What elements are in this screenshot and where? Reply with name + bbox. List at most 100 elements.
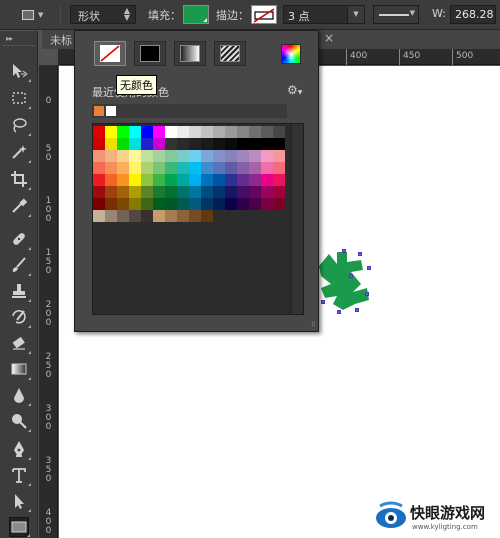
color-swatch[interactable] bbox=[273, 138, 285, 150]
color-swatch[interactable] bbox=[225, 174, 237, 186]
color-swatch[interactable] bbox=[261, 138, 273, 150]
lasso-tool[interactable] bbox=[9, 115, 31, 136]
color-swatch[interactable] bbox=[249, 138, 261, 150]
color-swatch[interactable] bbox=[117, 210, 129, 222]
color-swatch[interactable] bbox=[189, 126, 201, 138]
color-swatch[interactable] bbox=[117, 150, 129, 162]
anchor-point[interactable] bbox=[355, 308, 359, 312]
color-swatch[interactable] bbox=[165, 138, 177, 150]
color-swatch[interactable] bbox=[201, 210, 213, 222]
color-swatch[interactable] bbox=[249, 186, 261, 198]
gradient-button[interactable] bbox=[174, 41, 206, 66]
color-swatch[interactable] bbox=[225, 126, 237, 138]
color-swatch[interactable] bbox=[153, 138, 165, 150]
chevron-down-icon[interactable]: ▼ bbox=[347, 6, 364, 23]
color-swatch[interactable] bbox=[261, 174, 273, 186]
green-shape[interactable] bbox=[317, 244, 377, 325]
recent-color-swatch[interactable] bbox=[106, 106, 116, 116]
color-swatch[interactable] bbox=[261, 150, 273, 162]
color-swatch[interactable] bbox=[177, 174, 189, 186]
magic-wand-tool[interactable] bbox=[9, 142, 31, 163]
color-swatch[interactable] bbox=[177, 162, 189, 174]
color-swatch[interactable] bbox=[273, 126, 285, 138]
color-swatch[interactable] bbox=[153, 150, 165, 162]
stroke-type-select[interactable]: ▼ bbox=[373, 5, 419, 24]
solid-color-button[interactable] bbox=[134, 41, 166, 66]
color-swatch[interactable] bbox=[213, 162, 225, 174]
resize-grip-icon[interactable]: ⠿ bbox=[311, 321, 316, 329]
color-swatch[interactable] bbox=[153, 186, 165, 198]
color-swatch[interactable] bbox=[189, 138, 201, 150]
crop-tool[interactable] bbox=[9, 169, 31, 190]
clone-stamp-tool[interactable] bbox=[9, 281, 31, 302]
color-swatch[interactable] bbox=[105, 174, 117, 186]
color-swatch[interactable] bbox=[117, 126, 129, 138]
color-swatch[interactable] bbox=[189, 162, 201, 174]
color-swatch[interactable] bbox=[261, 186, 273, 198]
color-swatch[interactable] bbox=[213, 138, 225, 150]
color-swatch[interactable] bbox=[249, 150, 261, 162]
color-swatch[interactable] bbox=[261, 126, 273, 138]
fill-color-swatch[interactable] bbox=[183, 5, 209, 24]
color-swatch[interactable] bbox=[249, 162, 261, 174]
color-picker-button[interactable] bbox=[281, 44, 301, 64]
gear-icon[interactable]: ⚙▼ bbox=[287, 83, 302, 97]
color-swatch[interactable] bbox=[273, 174, 285, 186]
color-swatch[interactable] bbox=[129, 174, 141, 186]
color-swatch[interactable] bbox=[237, 186, 249, 198]
color-swatch[interactable] bbox=[213, 174, 225, 186]
color-swatch[interactable] bbox=[273, 162, 285, 174]
anchor-point[interactable] bbox=[365, 292, 369, 296]
anchor-point[interactable] bbox=[321, 300, 325, 304]
color-swatch[interactable] bbox=[225, 186, 237, 198]
tool-preset-picker[interactable]: ▼ bbox=[22, 6, 48, 23]
marquee-tool[interactable] bbox=[9, 88, 31, 109]
color-swatch[interactable] bbox=[273, 186, 285, 198]
color-swatch[interactable] bbox=[93, 162, 105, 174]
color-swatch[interactable] bbox=[225, 150, 237, 162]
mode-select[interactable]: 形状 ▲ ▼ bbox=[70, 5, 136, 24]
color-swatch[interactable] bbox=[249, 126, 261, 138]
color-swatch[interactable] bbox=[237, 198, 249, 210]
color-swatch[interactable] bbox=[201, 198, 213, 210]
recent-color-swatch[interactable] bbox=[94, 106, 104, 116]
color-swatch[interactable] bbox=[201, 150, 213, 162]
color-swatch[interactable] bbox=[105, 150, 117, 162]
color-swatch[interactable] bbox=[129, 162, 141, 174]
color-swatch[interactable] bbox=[105, 162, 117, 174]
gradient-tool[interactable] bbox=[9, 359, 31, 380]
color-swatch[interactable] bbox=[261, 198, 273, 210]
anchor-point[interactable] bbox=[337, 310, 341, 314]
color-swatch[interactable] bbox=[165, 162, 177, 174]
color-swatch[interactable] bbox=[189, 150, 201, 162]
color-swatch[interactable] bbox=[117, 138, 129, 150]
color-swatch[interactable] bbox=[165, 150, 177, 162]
color-swatch[interactable] bbox=[93, 198, 105, 210]
color-swatch[interactable] bbox=[153, 126, 165, 138]
color-swatch[interactable] bbox=[93, 210, 105, 222]
healing-brush-tool[interactable] bbox=[9, 229, 31, 250]
color-swatch[interactable] bbox=[273, 198, 285, 210]
color-swatch[interactable] bbox=[129, 186, 141, 198]
color-swatch[interactable] bbox=[201, 126, 213, 138]
color-swatch[interactable] bbox=[105, 198, 117, 210]
color-swatch[interactable] bbox=[117, 198, 129, 210]
history-brush-tool[interactable] bbox=[9, 307, 31, 328]
color-swatch[interactable] bbox=[177, 126, 189, 138]
color-swatch[interactable] bbox=[117, 162, 129, 174]
color-swatch[interactable] bbox=[189, 210, 201, 222]
pattern-button[interactable] bbox=[214, 41, 246, 66]
color-swatch[interactable] bbox=[141, 186, 153, 198]
move-tool[interactable] bbox=[9, 61, 31, 82]
color-swatch[interactable] bbox=[141, 198, 153, 210]
color-swatch[interactable] bbox=[105, 126, 117, 138]
swatch-scrollbar[interactable] bbox=[291, 124, 303, 314]
color-swatch[interactable] bbox=[105, 186, 117, 198]
blur-tool[interactable] bbox=[9, 385, 31, 406]
anchor-point[interactable] bbox=[349, 274, 353, 278]
color-swatch[interactable] bbox=[225, 138, 237, 150]
color-swatch[interactable] bbox=[129, 198, 141, 210]
collapse-panel-icon[interactable]: ▸▸ bbox=[6, 34, 13, 43]
width-field[interactable]: 268.28 bbox=[450, 5, 496, 24]
color-swatch[interactable] bbox=[201, 162, 213, 174]
